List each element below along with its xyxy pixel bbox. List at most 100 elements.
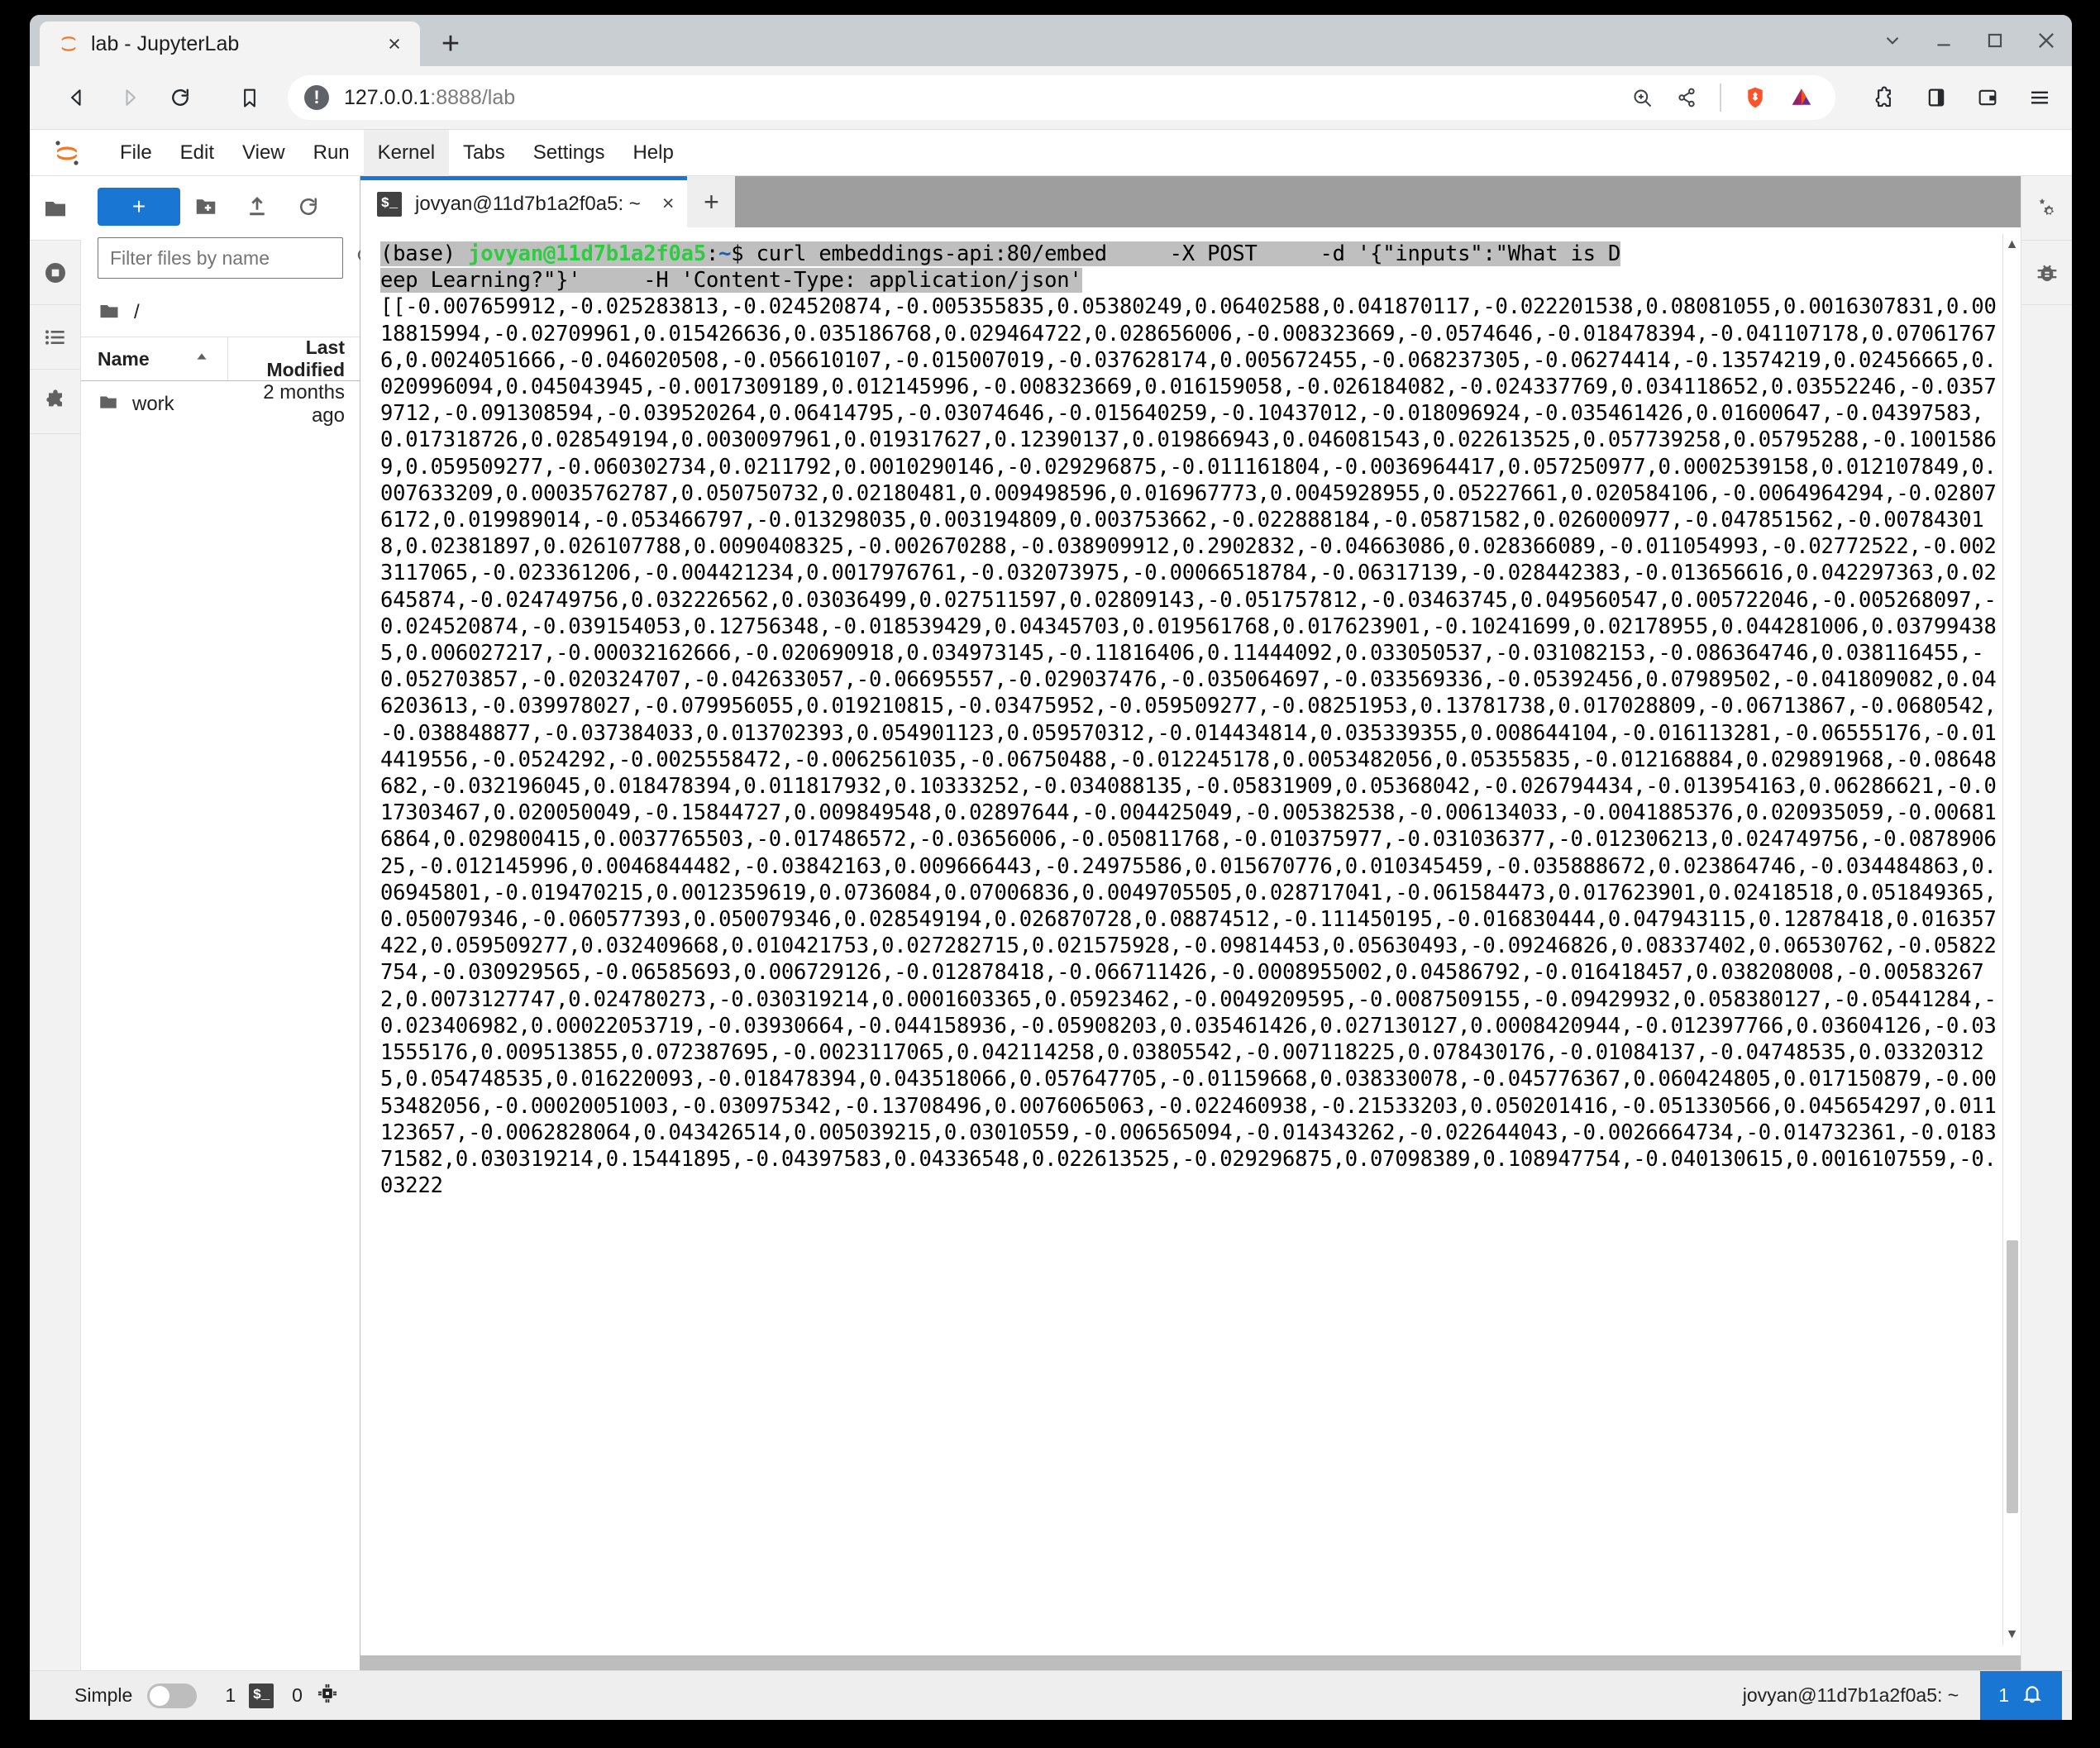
browser-tab[interactable]: lab - JupyterLab × xyxy=(40,21,420,66)
sidebar-panel-icon[interactable] xyxy=(1925,86,1948,109)
info-circle-icon[interactable]: ! xyxy=(304,85,329,110)
menu-item-help[interactable]: Help xyxy=(618,130,687,176)
terminal-scrollbar[interactable]: ▲ ▼ xyxy=(2002,234,2021,1645)
menu-item-run[interactable]: Run xyxy=(299,130,364,176)
bat-rewards-icon[interactable] xyxy=(1789,85,1814,110)
column-header-last-modified[interactable]: Last Modified xyxy=(227,337,360,380)
tab-label: jovyan@11d7b1a2f0a5: ~ xyxy=(415,192,641,215)
divider xyxy=(1720,84,1721,112)
terminal-prompt-user: jovyan@11d7b1a2f0a5 xyxy=(468,241,706,266)
reload-icon[interactable] xyxy=(157,74,203,121)
jupyter-body: + Filter files by name / Name Last Modif… xyxy=(30,176,2072,1670)
wallet-icon[interactable] xyxy=(1976,86,1999,109)
terminal-output-pane[interactable]: (base) jovyan@11d7b1a2f0a5:~$ curl embed… xyxy=(360,234,2002,1645)
kernel-session-name[interactable]: jovyan@11d7b1a2f0a5: ~ xyxy=(1721,1684,1980,1707)
browser-nav-toolbar: ! 127.0.0.1:8888/lab xyxy=(30,66,2072,129)
file-browser-panel: + Filter files by name / Name Last Modif… xyxy=(81,176,374,1670)
jupyterlab-app: File Edit View Run Kernel Tabs Settings … xyxy=(30,129,2072,1720)
file-modified-label: 2 months ago xyxy=(263,381,345,427)
jupyter-logo-icon xyxy=(50,136,84,170)
url-bar[interactable]: ! 127.0.0.1:8888/lab xyxy=(288,75,1835,120)
simple-mode-toggle[interactable] xyxy=(147,1683,198,1708)
scrollbar-thumb[interactable] xyxy=(2006,1239,2018,1513)
hamburger-menu-icon[interactable] xyxy=(2027,85,2052,110)
close-icon[interactable] xyxy=(2021,15,2072,66)
new-tab-button[interactable]: + xyxy=(428,21,473,66)
file-name-cell: work xyxy=(98,391,227,418)
terminal-text[interactable]: (base) jovyan@11d7b1a2f0a5:~$ curl embed… xyxy=(380,241,2002,1199)
scroll-down-arrow-icon[interactable]: ▼ xyxy=(2006,1627,2019,1642)
upload-icon[interactable] xyxy=(231,185,283,228)
terminal-prompt-colon: : xyxy=(705,241,719,266)
kernel-count-status[interactable]: 0 xyxy=(292,1682,339,1710)
folder-icon xyxy=(98,391,119,418)
terminal-prompt-path: ~ xyxy=(718,241,732,266)
minimize-icon[interactable] xyxy=(1918,15,1969,66)
file-list-item[interactable]: work 2 months ago xyxy=(81,381,360,427)
file-list-empty-space xyxy=(81,427,360,1670)
status-bar: Simple 1 $_ 0 jovyan@11d7b1a2f0a5: ~ 1 xyxy=(30,1670,2072,1720)
menu-item-file[interactable]: File xyxy=(106,130,166,176)
terminal-widget: (base) jovyan@11d7b1a2f0a5:~$ curl embed… xyxy=(360,227,2021,1655)
chevron-down-icon[interactable] xyxy=(1867,15,1918,66)
jupyter-menu-bar: File Edit View Run Kernel Tabs Settings … xyxy=(30,129,2072,176)
zoom-icon[interactable] xyxy=(1630,86,1654,109)
back-arrow-icon[interactable] xyxy=(55,74,101,121)
menu-item-settings[interactable]: Settings xyxy=(519,130,619,176)
simple-mode-label: Simple xyxy=(74,1684,133,1706)
kernel-count-value: 0 xyxy=(292,1684,303,1706)
url-host: 127.0.0.1 xyxy=(344,85,431,109)
file-name-label: work xyxy=(132,393,174,415)
scroll-up-arrow-icon[interactable]: ▲ xyxy=(2006,237,2019,252)
maximize-icon[interactable] xyxy=(1969,15,2021,66)
refresh-icon[interactable] xyxy=(283,185,334,228)
breadcrumb[interactable]: / xyxy=(81,289,360,337)
sidebar-item-debugger[interactable] xyxy=(2021,241,2072,305)
share-icon[interactable] xyxy=(1675,86,1698,109)
url-bar-icons xyxy=(1630,84,1819,112)
menu-item-kernel[interactable]: Kernel xyxy=(363,129,450,176)
extensions-puzzle-icon[interactable] xyxy=(1872,85,1897,110)
sidebar-item-file-browser[interactable] xyxy=(30,176,81,241)
left-activity-bar xyxy=(30,176,81,1670)
new-folder-icon[interactable] xyxy=(180,185,231,228)
bookmark-icon[interactable] xyxy=(227,74,273,121)
browser-window: lab - JupyterLab × + ! 127.0.0.1:8888/la… xyxy=(30,15,2072,1720)
browser-tab-title: lab - JupyterLab xyxy=(91,31,240,55)
sidebar-item-property-inspector[interactable] xyxy=(2021,176,2072,241)
window-controls xyxy=(1867,15,2072,66)
notification-count: 1 xyxy=(1998,1684,2009,1706)
search-input[interactable] xyxy=(110,246,355,270)
column-header-name[interactable]: Name xyxy=(98,347,227,370)
close-icon[interactable]: × xyxy=(380,30,408,58)
url-text: 127.0.0.1:8888/lab xyxy=(344,86,515,110)
breadcrumb-root[interactable]: / xyxy=(134,301,140,324)
file-list-header: Name Last Modified xyxy=(81,337,360,381)
file-filter-box[interactable] xyxy=(98,237,374,279)
browser-toolbar-icons xyxy=(1850,85,2052,110)
forward-arrow-icon xyxy=(106,74,152,121)
sidebar-item-extension-manager[interactable] xyxy=(30,370,81,434)
terminal-prompt-env: (base) xyxy=(380,241,469,266)
add-tab-button[interactable]: + xyxy=(687,176,736,227)
menu-item-tabs[interactable]: Tabs xyxy=(449,130,519,176)
scrollbar-track[interactable] xyxy=(2006,257,2018,1622)
notification-badge[interactable]: 1 xyxy=(1980,1671,2062,1720)
toggle-knob xyxy=(150,1685,170,1706)
status-bar-right: jovyan@11d7b1a2f0a5: ~ 1 xyxy=(1721,1671,2062,1720)
terminal-command-line-2: eep Learning?"}' -H 'Content-Type: appli… xyxy=(380,268,1082,294)
menu-item-view[interactable]: View xyxy=(228,130,299,176)
terminal-horizontal-scrollbar[interactable] xyxy=(360,1655,2021,1670)
dock-tab-bar: $_ jovyan@11d7b1a2f0a5: ~ × + xyxy=(360,176,2021,227)
sidebar-item-running-terminals[interactable] xyxy=(30,241,81,305)
tab-terminal[interactable]: $_ jovyan@11d7b1a2f0a5: ~ × xyxy=(360,176,688,227)
terminal-icon: $_ xyxy=(377,191,402,217)
url-path: :8888/lab xyxy=(430,85,516,109)
menu-item-edit[interactable]: Edit xyxy=(166,130,228,176)
terminal-embedding-output: [[-0.007659912,-0.025283813,-0.024520874… xyxy=(380,294,1997,1199)
terminal-count-status[interactable]: 1 $_ xyxy=(225,1683,274,1708)
sidebar-item-table-of-contents[interactable] xyxy=(30,305,81,370)
brave-shield-icon[interactable] xyxy=(1743,85,1768,110)
close-icon[interactable]: × xyxy=(662,192,675,216)
new-launcher-button[interactable]: + xyxy=(98,188,180,226)
